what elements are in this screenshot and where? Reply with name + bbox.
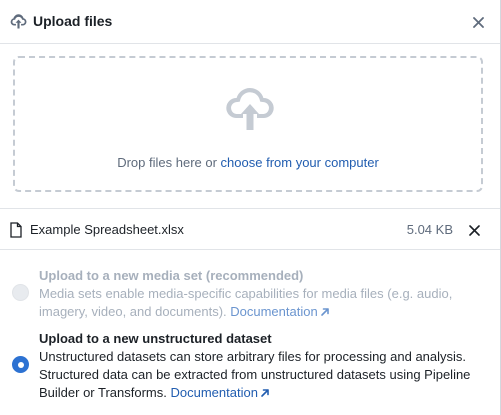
- close-icon: [468, 224, 480, 236]
- documentation-link[interactable]: Documentation: [171, 385, 270, 400]
- unstructured-dataset-radio[interactable]: [12, 356, 29, 373]
- choose-from-computer-link[interactable]: choose from your computer: [221, 155, 379, 170]
- file-size: 5.04 KB: [406, 222, 453, 237]
- option-unstructured-dataset[interactable]: Upload to a new unstructured dataset Uns…: [0, 326, 500, 406]
- documentation-link-label: Documentation: [170, 385, 258, 400]
- document-icon: [10, 222, 22, 238]
- option-title: Upload to a new unstructured dataset: [39, 331, 272, 346]
- dropzone-text: Drop files here or choose from your comp…: [15, 155, 481, 170]
- media-set-radio[interactable]: [12, 284, 29, 301]
- option-description: Unstructured datasets can store arbitrar…: [39, 348, 484, 402]
- file-dropzone[interactable]: Drop files here or choose from your comp…: [13, 56, 483, 192]
- option-media-set[interactable]: Upload to a new media set (recommended) …: [0, 262, 500, 322]
- remove-file-button[interactable]: [466, 222, 482, 238]
- upload-icon: [10, 14, 27, 29]
- upload-files-dialog: Upload files Drop files here or choose f…: [0, 0, 501, 415]
- close-dialog-button[interactable]: [469, 13, 487, 31]
- option-description: Media sets enable media-specific capabil…: [39, 285, 484, 321]
- external-link-icon: [320, 308, 329, 316]
- dialog-title: Upload files: [33, 13, 113, 29]
- cloud-upload-icon: [226, 88, 274, 130]
- dropzone-instruction: Drop files here or: [117, 155, 221, 170]
- documentation-link-label: Documentation: [230, 304, 318, 319]
- documentation-link[interactable]: Documentation: [230, 304, 329, 319]
- external-link-icon: [261, 389, 269, 397]
- option-title: Upload to a new media set (recommended): [39, 268, 304, 283]
- close-icon: [472, 16, 484, 28]
- file-name: Example Spreadsheet.xlsx: [30, 222, 184, 237]
- dialog-header: Upload files: [0, 0, 500, 44]
- file-list-item: Example Spreadsheet.xlsx 5.04 KB: [0, 208, 500, 250]
